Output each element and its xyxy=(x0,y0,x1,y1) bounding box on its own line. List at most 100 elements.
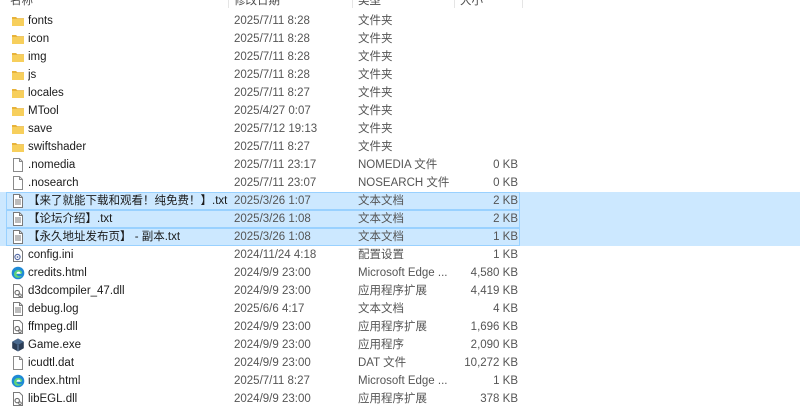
file-row[interactable]: save 2025/7/12 19:13 文件夹 xyxy=(0,120,800,138)
exe-icon xyxy=(11,338,25,352)
modified-date: 2025/7/11 8:28 xyxy=(234,51,310,63)
file-row[interactable]: ffmpeg.dll 2024/9/9 23:00 应用程序扩展 1,696 KB xyxy=(0,318,800,336)
folder-icon xyxy=(11,68,25,82)
file-size: 10,272 KB xyxy=(464,357,518,369)
file-name: libEGL.dll xyxy=(28,393,78,405)
file-type: 文本文档 xyxy=(358,303,404,315)
file-size: 4,580 KB xyxy=(470,267,518,279)
column-divider[interactable] xyxy=(454,0,455,8)
file-row[interactable]: .nosearch 2025/7/11 23:07 NOSEARCH 文件 0 KB xyxy=(0,174,800,192)
file-size: 4 KB xyxy=(493,303,518,315)
column-header-name[interactable]: 名称 xyxy=(10,0,33,8)
file-type: 文本文档 xyxy=(358,213,404,225)
file-row[interactable]: .nomedia 2025/7/11 23:17 NOMEDIA 文件 0 KB xyxy=(0,156,800,174)
file-name: fonts xyxy=(28,15,53,27)
text-file-icon xyxy=(11,212,25,226)
column-header-date[interactable]: 修改日期 xyxy=(234,0,280,8)
file-size: 0 KB xyxy=(493,159,518,171)
file-row[interactable]: d3dcompiler_47.dll 2024/9/9 23:00 应用程序扩展 4,… xyxy=(0,282,800,300)
file-size: 2,090 KB xyxy=(470,339,518,351)
file-row[interactable]: 【来了就能下载和观看！纯免费！】.txt 2025/3/26 1:07 文本文档 2 … xyxy=(0,192,800,210)
folder-icon xyxy=(11,14,25,28)
file-name: js xyxy=(28,69,37,81)
modified-date: 2025/7/11 8:27 xyxy=(234,141,310,153)
file-row[interactable]: Game.exe 2024/9/9 23:00 应用程序 2,090 KB xyxy=(0,336,800,354)
modified-date: 2025/7/11 8:27 xyxy=(234,87,310,99)
file-size: 378 KB xyxy=(480,393,518,405)
file-row[interactable]: icudtl.dat 2024/9/9 23:00 DAT 文件 10,272 KB xyxy=(0,354,800,372)
blank-file-icon xyxy=(11,158,25,172)
dll-file-icon xyxy=(11,320,25,334)
file-row[interactable]: 【永久地址发布页】 - 副本.txt 2025/3/26 1:08 文本文档 1 KB xyxy=(0,228,800,246)
file-row[interactable]: img 2025/7/11 8:28 文件夹 xyxy=(0,48,800,66)
file-name: MTool xyxy=(28,105,59,117)
column-header: 名称 修改日期 类型 大小 xyxy=(0,0,800,8)
column-header-type[interactable]: 类型 xyxy=(358,0,381,8)
file-row[interactable]: libEGL.dll 2024/9/9 23:00 应用程序扩展 378 KB xyxy=(0,390,800,408)
column-divider[interactable] xyxy=(352,0,353,8)
file-type: 文件夹 xyxy=(358,105,393,117)
file-row[interactable]: index.html 2025/7/11 8:27 Microsoft Edge .… xyxy=(0,372,800,390)
file-type: 应用程序扩展 xyxy=(358,393,427,405)
modified-date: 2025/4/27 0:07 xyxy=(234,105,311,117)
file-row[interactable]: fonts 2025/7/11 8:28 文件夹 xyxy=(0,12,800,30)
dll-file-icon xyxy=(11,392,25,406)
modified-date: 2025/7/11 8:28 xyxy=(234,33,310,45)
file-name: img xyxy=(28,51,47,63)
file-name: 【来了就能下载和观看！纯免费！】.txt xyxy=(28,195,228,207)
file-list: fonts 2025/7/11 8:28 文件夹 icon 2025/7/11 8:28… xyxy=(0,12,800,408)
modified-date: 2024/9/9 23:00 xyxy=(234,393,311,405)
blank-file-icon xyxy=(11,176,25,190)
column-divider[interactable] xyxy=(522,0,523,8)
modified-date: 2025/7/12 19:13 xyxy=(234,123,318,135)
column-header-size[interactable]: 大小 xyxy=(460,0,483,8)
file-name: locales xyxy=(28,87,64,99)
file-row[interactable]: config.ini 2024/11/24 4:18 配置设置 1 KB xyxy=(0,246,800,264)
file-type: DAT 文件 xyxy=(358,357,407,369)
file-row[interactable]: swiftshader 2025/7/11 8:27 文件夹 xyxy=(0,138,800,156)
file-row[interactable]: credits.html 2024/9/9 23:00 Microsoft Edge… xyxy=(0,264,800,282)
modified-date: 2025/3/26 1:08 xyxy=(234,231,311,243)
file-type: 文件夹 xyxy=(358,123,393,135)
file-name: d3dcompiler_47.dll xyxy=(28,285,125,297)
file-type: 文本文档 xyxy=(358,195,404,207)
folder-icon xyxy=(11,104,25,118)
file-size: 1 KB xyxy=(493,249,518,261)
file-type: 文件夹 xyxy=(358,141,393,153)
file-type: 文本文档 xyxy=(358,231,404,243)
file-type: NOMEDIA 文件 xyxy=(358,159,438,171)
file-row[interactable]: js 2025/7/11 8:28 文件夹 xyxy=(0,66,800,84)
file-row[interactable]: locales 2025/7/11 8:27 文件夹 xyxy=(0,84,800,102)
file-type: 文件夹 xyxy=(358,33,393,45)
file-name: .nomedia xyxy=(28,159,76,171)
file-name: .nosearch xyxy=(28,177,79,189)
modified-date: 2025/7/11 8:27 xyxy=(234,375,310,387)
text-file-icon xyxy=(11,302,25,316)
file-size: 1,696 KB xyxy=(470,321,518,333)
file-type: 文件夹 xyxy=(358,15,393,27)
modified-date: 2025/7/11 8:28 xyxy=(234,69,310,81)
file-size: 4,419 KB xyxy=(470,285,518,297)
modified-date: 2024/9/9 23:00 xyxy=(234,357,311,369)
file-type: 文件夹 xyxy=(358,87,393,99)
file-size: 2 KB xyxy=(493,195,518,207)
file-name: icon xyxy=(28,33,50,45)
file-name: ffmpeg.dll xyxy=(28,321,78,333)
file-name: icudtl.dat xyxy=(28,357,75,369)
file-name: save xyxy=(28,123,53,135)
file-row[interactable]: icon 2025/7/11 8:28 文件夹 xyxy=(0,30,800,48)
folder-icon xyxy=(11,140,25,154)
file-type: NOSEARCH 文件 xyxy=(358,177,450,189)
file-size: 2 KB xyxy=(493,213,518,225)
modified-date: 2025/3/26 1:07 xyxy=(234,195,311,207)
column-divider[interactable] xyxy=(228,0,229,8)
folder-icon xyxy=(11,32,25,46)
modified-date: 2025/7/11 23:17 xyxy=(234,159,317,171)
file-row[interactable]: 【论坛介绍】.txt 2025/3/26 1:08 文本文档 2 KB xyxy=(0,210,800,228)
file-row[interactable]: MTool 2025/4/27 0:07 文件夹 xyxy=(0,102,800,120)
file-size: 1 KB xyxy=(493,375,518,387)
folder-icon xyxy=(11,50,25,64)
file-row[interactable]: debug.log 2025/6/6 4:17 文本文档 4 KB xyxy=(0,300,800,318)
modified-date: 2024/9/9 23:00 xyxy=(234,267,311,279)
modified-date: 2025/7/11 8:28 xyxy=(234,15,310,27)
